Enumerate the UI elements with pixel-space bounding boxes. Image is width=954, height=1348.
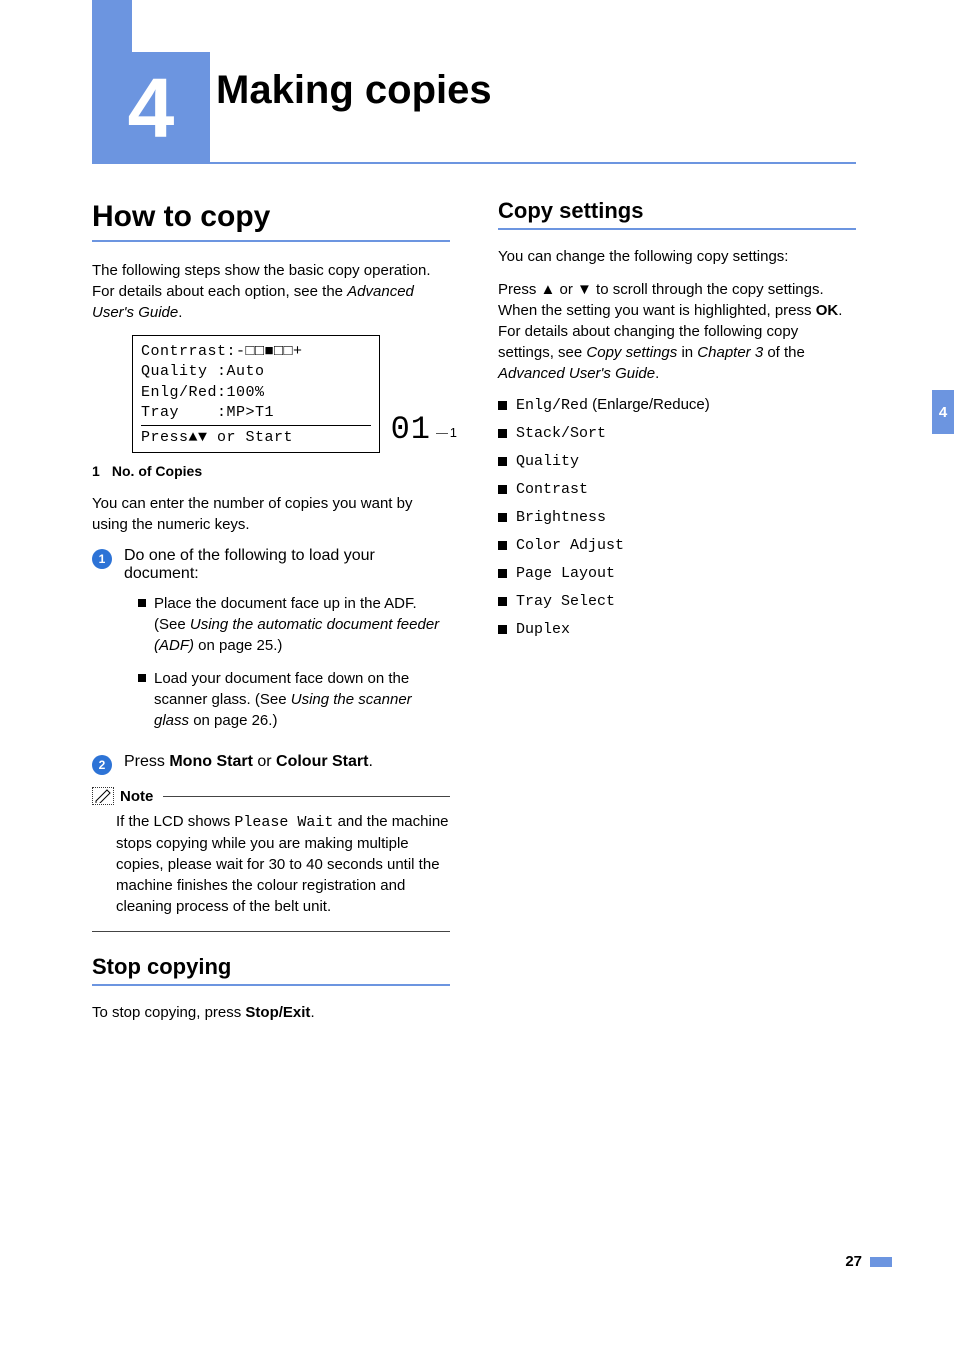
step-1-bullets: Place the document face up in the ADF. (… — [138, 593, 450, 731]
setting-page-layout: Page Layout — [498, 564, 856, 582]
chapter-rule — [210, 162, 856, 164]
note-body: If the LCD shows Please Wait and the mac… — [92, 811, 450, 917]
footer-accent-bar — [870, 1257, 892, 1267]
lcd-line-quality: Quality :Auto — [141, 362, 371, 382]
subsection-rule-stop — [92, 984, 450, 986]
header-accent-bar — [92, 0, 132, 52]
setting-duplex: Duplex — [498, 620, 856, 638]
note-header: Note — [92, 787, 450, 805]
left-column: How to copy The following steps show the… — [92, 196, 450, 1035]
subsection-copy-settings: Copy settings — [498, 198, 856, 224]
section-rule — [92, 240, 450, 242]
chapter-number: 4 — [128, 60, 175, 157]
step-1-badge: 1 — [92, 549, 112, 569]
lcd-line-enlg: Enlg/Red:100% — [141, 383, 371, 403]
stop-paragraph: To stop copying, press Stop/Exit. — [92, 1002, 450, 1023]
step-2-body: Press Mono Start or Colour Start. — [124, 753, 450, 775]
lcd-divider — [141, 425, 371, 426]
step-2-badge: 2 — [92, 755, 112, 775]
lcd-line-tray: Tray :MP>T1 — [141, 403, 371, 423]
setting-brightness: Brightness — [498, 508, 856, 526]
lcd-line-contrast: Contrrast:-□□■□□+ — [141, 342, 371, 362]
thumb-tab: 4 — [932, 390, 954, 434]
intro-paragraph: The following steps show the basic copy … — [92, 260, 450, 323]
lcd-screen: Contrrast:-□□■□□+ Quality :Auto Enlg/Red… — [133, 336, 379, 452]
chapter-number-box: 4 — [92, 52, 210, 164]
settings-intro-1: You can change the following copy settin… — [498, 246, 856, 267]
lcd-copies-count: 01 — [391, 411, 431, 448]
chapter-title: Making copies — [216, 68, 492, 113]
lcd-figure: Contrrast:-□□■□□+ Quality :Auto Enlg/Red… — [132, 335, 380, 453]
content-columns: How to copy The following steps show the… — [92, 196, 856, 1035]
setting-stack-sort: Stack/Sort — [498, 424, 856, 442]
note-label: Note — [120, 788, 153, 805]
step-1-body: Do one of the following to load your doc… — [124, 547, 450, 743]
step-1-bullet-glass: Load your document face down on the scan… — [138, 668, 450, 731]
setting-quality: Quality — [498, 452, 856, 470]
lcd-callout-1: 1 — [450, 425, 457, 440]
note-bottom-rule — [92, 931, 450, 932]
subsection-rule-settings — [498, 228, 856, 230]
page-number: 27 — [845, 1253, 862, 1270]
lcd-line-press: Press▲▼ or Start — [141, 428, 371, 448]
right-column: Copy settings You can change the followi… — [498, 196, 856, 1035]
subsection-stop-copying: Stop copying — [92, 954, 450, 980]
numcopies-paragraph: You can enter the number of copies you w… — [92, 493, 450, 535]
setting-enlg-red: Enlg/Red (Enlarge/Reduce) — [498, 396, 856, 414]
step-1: 1 Do one of the following to load your d… — [92, 547, 450, 743]
settings-intro-2: Press ▲ or ▼ to scroll through the copy … — [498, 279, 856, 384]
figure-legend: 1 No. of Copies — [92, 463, 450, 479]
settings-list: Enlg/Red (Enlarge/Reduce) Stack/Sort Qua… — [498, 396, 856, 638]
pencil-icon — [92, 787, 114, 805]
setting-color-adjust: Color Adjust — [498, 536, 856, 554]
note-rule — [163, 796, 450, 797]
setting-tray-select: Tray Select — [498, 592, 856, 610]
section-how-to-copy: How to copy — [92, 200, 450, 234]
step-1-bullet-adf: Place the document face up in the ADF. (… — [138, 593, 450, 656]
step-2: 2 Press Mono Start or Colour Start. — [92, 753, 450, 775]
page-footer: 27 — [845, 1253, 892, 1270]
setting-contrast: Contrast — [498, 480, 856, 498]
